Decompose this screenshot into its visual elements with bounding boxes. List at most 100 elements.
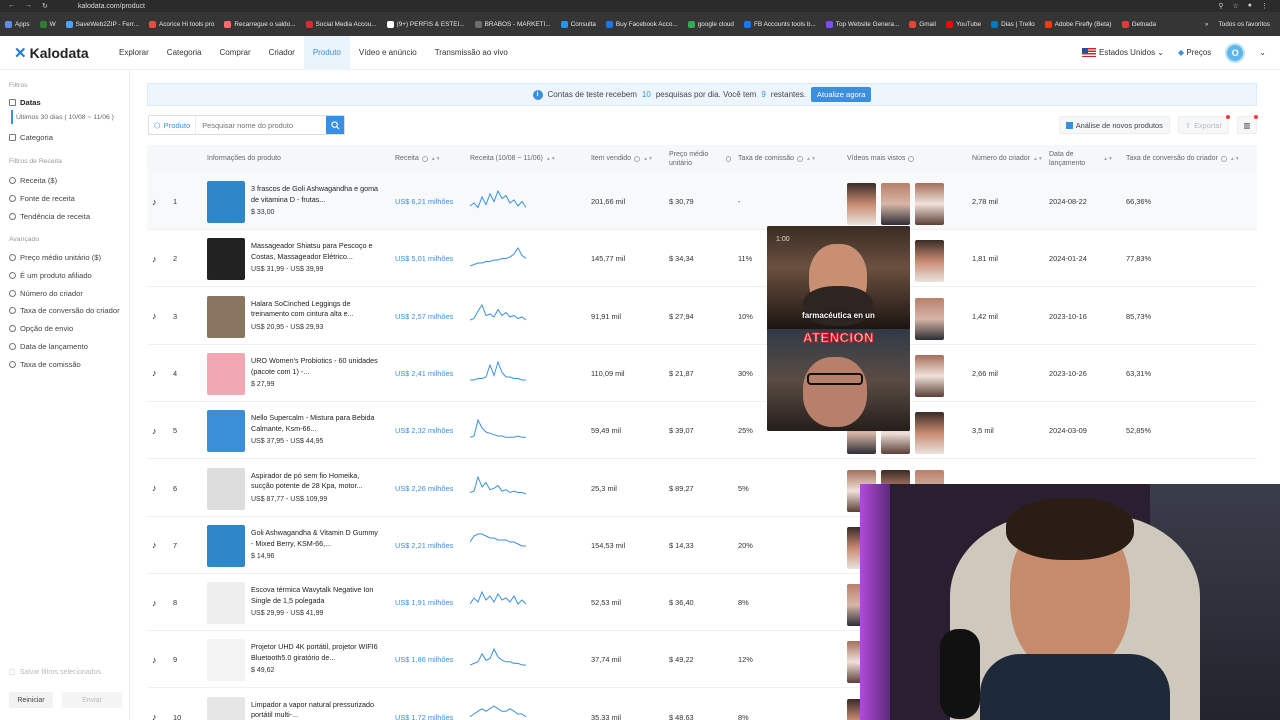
product-name[interactable]: 3 frascos de Goli Ashwagandha e goma de … (251, 184, 379, 206)
bookmark-item[interactable]: Gmail (904, 20, 941, 28)
bookmark-item[interactable]: Buy Facebook Acco... (601, 20, 683, 28)
col-revenue[interactable]: Receita ▲▼ (395, 145, 441, 173)
upgrade-button[interactable]: Atualize agora (810, 87, 872, 102)
sort-icon[interactable]: ▲▼ (1103, 156, 1113, 163)
sidebar-filter-item[interactable]: Tendência de receita (9, 212, 90, 221)
sidebar-filter-item[interactable]: Preço médio unitário ($) (9, 253, 101, 262)
bookmark-item[interactable]: Social Media Accou... (301, 20, 382, 28)
category-filter[interactable]: Categoria (9, 133, 53, 142)
product-name[interactable]: Limpador a vapor natural pressurizado po… (251, 700, 379, 720)
col-launch-date[interactable]: Data de lançamento ▲▼ (1049, 145, 1113, 173)
new-products-analysis-button[interactable]: Análise de novos produtos (1058, 116, 1170, 134)
nav-item[interactable]: Categoria (158, 36, 211, 70)
product-image[interactable] (207, 238, 245, 281)
bookmark-item[interactable]: Getnada (1117, 20, 1162, 28)
product-image[interactable] (207, 410, 245, 453)
extension-icon[interactable]: ⚲ (1218, 2, 1223, 10)
profile-icon[interactable]: ● (1248, 2, 1252, 10)
sidebar-filter-item[interactable]: Taxa de comissão (9, 360, 81, 369)
product-image[interactable] (207, 467, 245, 510)
forward-icon[interactable]: → (25, 2, 32, 10)
nav-item[interactable]: Produto (303, 35, 350, 70)
submit-button[interactable]: Enviar (62, 692, 122, 708)
save-filters-button[interactable]: ▢ Salvar filtros selecionados (9, 668, 101, 677)
sort-icon[interactable]: ▲▼ (643, 156, 653, 163)
sort-icon[interactable]: ▲▼ (431, 156, 441, 163)
product-image[interactable] (207, 524, 245, 567)
bookmark-item[interactable]: Top Website Genera... (821, 20, 904, 28)
product-image[interactable] (207, 352, 245, 395)
nav-item[interactable]: Comprar (210, 36, 259, 70)
product-image[interactable] (207, 639, 245, 682)
bookmark-item[interactable]: Adobe Firefly (Beta) (1040, 20, 1117, 28)
product-image[interactable] (207, 295, 245, 338)
sidebar-filter-item[interactable]: Número do criador (9, 289, 83, 298)
dates-filter[interactable]: Datas (9, 98, 41, 107)
bookmark-item[interactable]: SaveWeb2ZIP - Ferr... (61, 20, 144, 28)
bookmark-item[interactable]: Apps (0, 20, 35, 28)
product-name[interactable]: Nello Supercalm - Mistura para Bebida Ca… (251, 413, 379, 435)
sort-icon[interactable]: ▲▼ (546, 156, 556, 163)
table-row[interactable]: ♪ 2 Massageador Shiatsu para Pescoço e Cos… (147, 230, 1257, 288)
sort-icon[interactable]: ▲▼ (1033, 156, 1043, 163)
product-image[interactable] (207, 696, 245, 720)
menu-icon[interactable]: ⋮ (1261, 2, 1268, 10)
sidebar-filter-item[interactable]: Opção de envio (9, 324, 73, 333)
export-button[interactable]: ⇪ Exportar (1177, 115, 1230, 134)
product-image[interactable] (207, 181, 245, 223)
table-row[interactable]: ♪ 4 URO Women's Probiotics - 60 unidades (… (147, 345, 1257, 402)
reset-button[interactable]: Reiniciar (9, 692, 53, 708)
product-name[interactable]: Goli Ashwagandha & Vitamin D Gummy - Mix… (251, 528, 379, 550)
bookmark-item[interactable]: FB Accounts tools b... (739, 20, 821, 28)
col-revenue-trend[interactable]: Receita (10/08 ~ 11/06) ▲▼ (470, 145, 556, 173)
more-bookmarks-icon[interactable]: » (1205, 21, 1209, 28)
product-name[interactable]: Escova térmica Wavytalk Negative Ion Sin… (251, 585, 379, 607)
bookmark-star-icon[interactable]: ☆ (1232, 2, 1238, 10)
dates-value[interactable]: Últimos 30 dias ( 10/08 ~ 11/06 ) (11, 110, 114, 124)
product-search-tag[interactable]: ⬡ Produto (149, 116, 197, 134)
nav-item[interactable]: Vídeo e anúncio (350, 36, 426, 70)
product-name[interactable]: Massageador Shiatsu para Pescoço e Costa… (251, 241, 379, 263)
product-name[interactable]: Halara SoCinched Leggings de treinamento… (251, 299, 379, 321)
video-thumbnail[interactable] (915, 183, 944, 225)
nav-item[interactable]: Explorar (110, 36, 158, 70)
sidebar-filter-item[interactable]: Taxa de conversão do criador (9, 306, 120, 315)
table-row[interactable]: ♪ 1 3 frascos de Goli Ashwagandha e goma d… (147, 173, 1257, 230)
bookmark-item[interactable]: YouTube (941, 20, 986, 28)
nav-item[interactable]: Transmissão ao vivo (426, 36, 517, 70)
bookmark-item[interactable]: Dias | Trello (986, 20, 1040, 28)
bookmark-item[interactable]: Consulta (556, 20, 601, 28)
bookmark-item[interactable]: google cloud (683, 20, 739, 28)
pricing-link[interactable]: ◆ Preços (1178, 48, 1211, 57)
col-commission[interactable]: Taxa de comissão ▲▼ (738, 145, 816, 173)
video-thumbnail[interactable] (881, 183, 910, 225)
sidebar-filter-item[interactable]: Fonte de receita (9, 194, 75, 203)
reload-icon[interactable]: ↻ (42, 2, 48, 10)
video-thumbnail[interactable] (915, 297, 944, 340)
video-preview-popup[interactable]: 1:00 farmacéutica en un ATENCION (767, 226, 910, 431)
sidebar-filter-item[interactable]: Data de lançamento (9, 342, 88, 351)
col-avg-price[interactable]: Preço médio unitário (669, 145, 731, 173)
product-name[interactable]: URO Women's Probiotics - 60 unidades (pa… (251, 356, 379, 378)
chevron-down-icon[interactable]: ⌄ (1259, 48, 1266, 57)
region-selector[interactable]: Estados Unidos ⌄ (1082, 48, 1164, 58)
col-items-sold[interactable]: Item vendido ▲▼ (591, 145, 653, 173)
table-row[interactable]: ♪ 3 Halara SoCinched Leggings de treinamen… (147, 288, 1257, 345)
bookmark-item[interactable]: Acorice Hi tools pro (144, 20, 219, 28)
sort-icon[interactable]: ▲▼ (1230, 156, 1240, 163)
sidebar-filter-item[interactable]: É um produto afiliado (9, 271, 92, 280)
bookmark-item[interactable]: Recarregue o saldo... (219, 20, 300, 28)
product-name[interactable]: Projetor UHD 4K portátil, projetor WIFI6… (251, 642, 379, 664)
all-bookmarks[interactable]: Todos os favoritos (1218, 21, 1270, 28)
sidebar-filter-item[interactable]: Receita ($) (9, 176, 57, 185)
bookmark-item[interactable]: W (35, 20, 61, 28)
product-name[interactable]: Aspirador de pó sem fio Homeika, sucção … (251, 471, 379, 493)
url-bar[interactable]: kalodata.com/product (70, 3, 145, 10)
kalodata-logo[interactable]: ✕ Kalodata (0, 44, 110, 62)
back-icon[interactable]: ← (8, 2, 15, 10)
table-row[interactable]: ♪ 5 Nello Supercalm - Mistura para Bebida … (147, 402, 1257, 460)
column-settings-button[interactable]: ▥ (1237, 115, 1258, 134)
avatar[interactable]: O (1225, 42, 1246, 63)
search-button[interactable] (326, 116, 345, 134)
video-thumbnail[interactable] (915, 412, 944, 455)
